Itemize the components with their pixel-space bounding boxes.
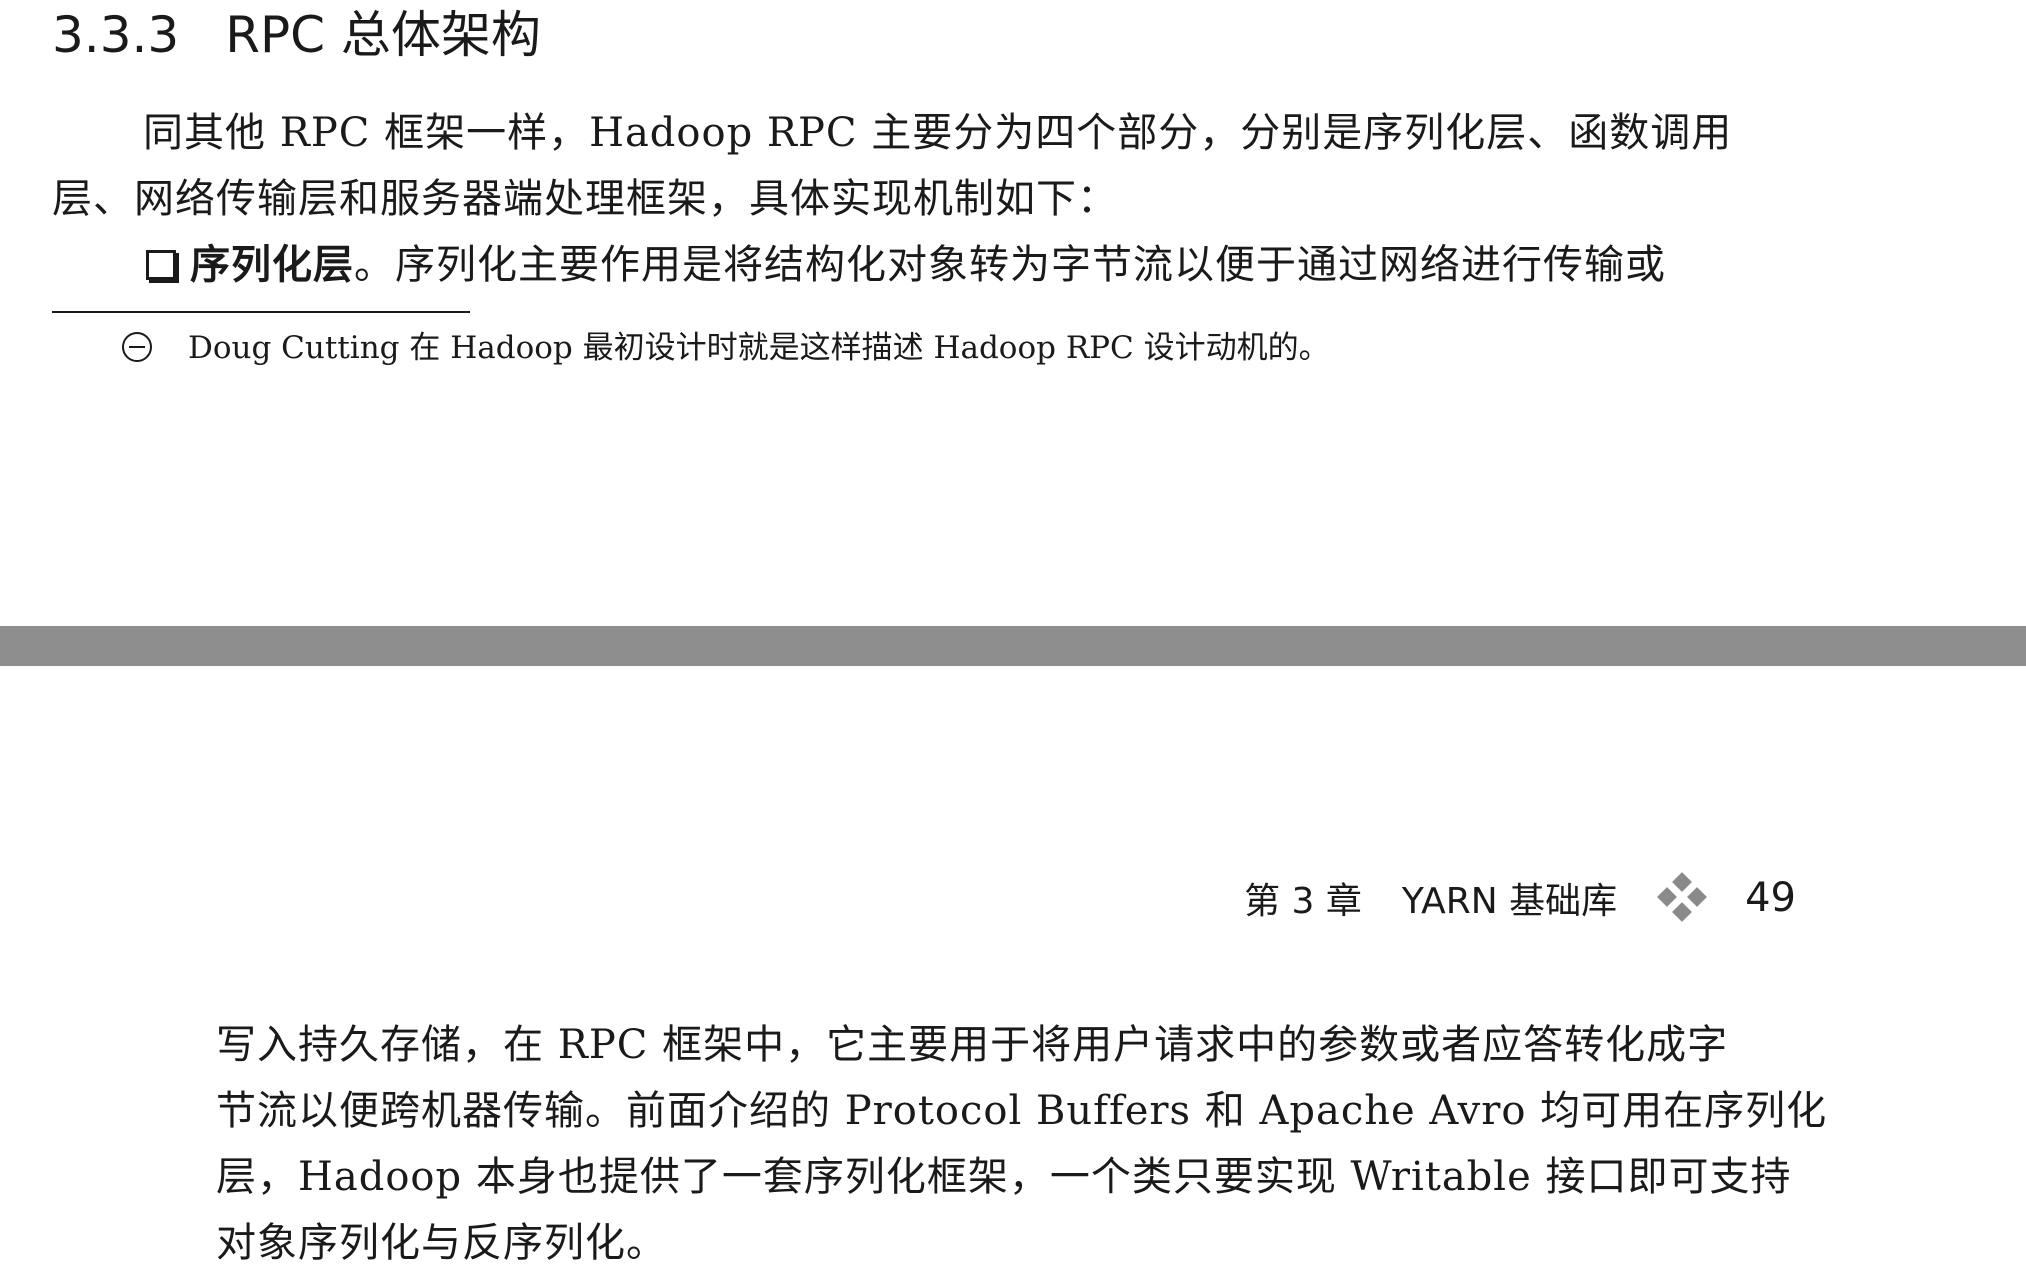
bullet-text: 。序列化主要作用是将结构化对象转为字节流以便于通过网络进行传输或 (354, 242, 1666, 288)
running-header: 第 3 章 YARN 基础库 49 (1244, 870, 1796, 926)
page-number: 49 (1745, 875, 1796, 921)
book-page-scan: 3.3.3 RPC 总体架构 同其他 RPC 框架一样，Hadoop RPC 主要… (0, 0, 2026, 1276)
intro-paragraph-line-2: 层、网络传输层和服务器端处理框架，具体实现机制如下： (52, 176, 1118, 222)
section-number: 3.3.3 (52, 6, 180, 64)
continuation-paragraph-line-4: 对象序列化与反序列化。 (216, 1220, 667, 1266)
footnote-divider (52, 311, 470, 313)
footnote: Doug Cutting 在 Hadoop 最初设计时就是这样描述 Hadoop… (122, 326, 1330, 370)
continuation-paragraph-line-1: 写入持久存储，在 RPC 框架中，它主要用于将用户请求中的参数或者应答转化成字 (216, 1022, 1729, 1068)
continuation-paragraph-line-3: 层，Hadoop 本身也提供了一套序列化框架，一个类只要实现 Writable … (216, 1154, 1792, 1200)
chapter-title: YARN 基础库 (1401, 881, 1618, 922)
section-heading: 3.3.3 RPC 总体架构 (52, 2, 541, 68)
continuation-paragraph-line-2: 节流以便跨机器传输。前面介绍的 Protocol Buffers 和 Apach… (216, 1088, 1828, 1134)
chapter-label: 第 3 章 (1244, 881, 1362, 922)
page-separator (0, 626, 2026, 666)
section-title: RPC 总体架构 (225, 6, 541, 64)
diamond-ornament-icon (1657, 872, 1707, 923)
bullet-item-serialization: 序列化层。序列化主要作用是将结构化对象转为字节流以便于通过网络进行传输或 (146, 232, 1666, 298)
bullet-term: 序列化层 (190, 242, 354, 288)
footnote-marker-icon (122, 332, 152, 362)
checkbox-bullet-icon (146, 250, 176, 280)
footnote-text: Doug Cutting 在 Hadoop 最初设计时就是这样描述 Hadoop… (188, 330, 1330, 366)
intro-paragraph-line-1: 同其他 RPC 框架一样，Hadoop RPC 主要分为四个部分，分别是序列化层… (143, 110, 1733, 156)
